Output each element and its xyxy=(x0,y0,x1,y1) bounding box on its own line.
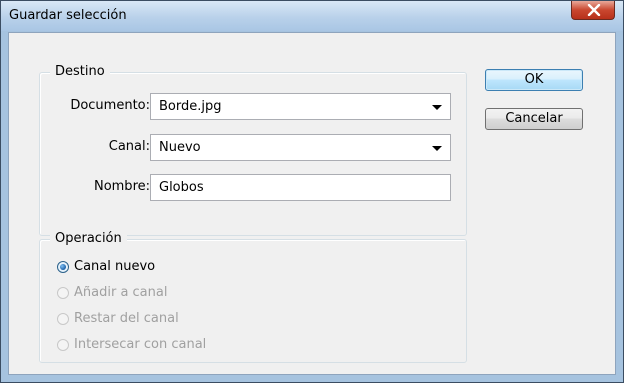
nombre-value: Globos xyxy=(159,180,204,195)
destino-group: Destino Documento: Borde.jpg Canal: Nuev… xyxy=(39,64,467,236)
nombre-input[interactable]: Globos xyxy=(150,174,451,201)
canal-select[interactable]: Nuevo xyxy=(150,134,451,161)
canal-value: Nuevo xyxy=(159,140,201,155)
nombre-label: Nombre: xyxy=(93,179,150,194)
radio-label: Restar del canal xyxy=(74,311,179,326)
operacion-group: Operación Canal nuevo Añadir a canal Res… xyxy=(39,231,467,363)
documento-value: Borde.jpg xyxy=(159,99,222,114)
documento-select[interactable]: Borde.jpg xyxy=(150,93,451,120)
radio-label: Canal nuevo xyxy=(74,259,156,274)
ok-button[interactable]: OK xyxy=(485,69,583,91)
dialog-window: Guardar selección Destino Documento: Bor… xyxy=(0,0,624,383)
chevron-down-icon xyxy=(432,146,442,151)
canal-label: Canal: xyxy=(108,139,150,154)
radio-label: Añadir a canal xyxy=(74,285,168,300)
radio-button-checked[interactable] xyxy=(57,261,69,273)
operacion-legend: Operación xyxy=(50,231,127,246)
title-bar[interactable]: Guardar selección xyxy=(1,1,623,31)
dialog-content: Destino Documento: Borde.jpg Canal: Nuev… xyxy=(8,32,616,375)
close-button[interactable] xyxy=(571,1,615,20)
cancel-button[interactable]: Cancelar xyxy=(485,108,583,130)
radio-button[interactable] xyxy=(57,313,69,325)
radio-button[interactable] xyxy=(57,339,69,351)
documento-label: Documento: xyxy=(70,98,150,113)
close-icon xyxy=(587,4,601,16)
destino-legend: Destino xyxy=(50,64,110,79)
radio-label: Intersecar con canal xyxy=(74,337,207,352)
chevron-down-icon xyxy=(432,105,442,110)
radio-button[interactable] xyxy=(57,287,69,299)
window-title: Guardar selección xyxy=(9,8,127,23)
